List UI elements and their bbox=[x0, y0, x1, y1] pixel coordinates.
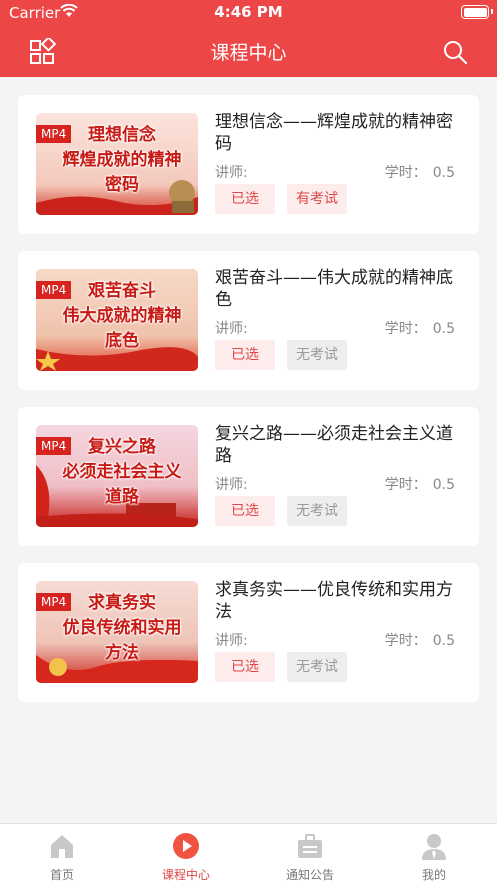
course-list: 理想信念 辉煌成就的精神 密码 MP4 理想信念——辉煌成就的精神密码 讲师: 学时… bbox=[0, 77, 497, 823]
course-thumbnail: 艰苦奋斗 伟大成就的精神 底色 MP4 bbox=[36, 269, 198, 371]
format-badge: MP4 bbox=[36, 437, 72, 455]
course-thumbnail: 理想信念 辉煌成就的精神 密码 MP4 bbox=[36, 113, 198, 215]
search-icon[interactable] bbox=[441, 38, 469, 66]
course-title[interactable]: 理想信念——辉煌成就的精神密码 bbox=[215, 111, 455, 155]
selected-tag[interactable]: 已选 bbox=[215, 184, 275, 214]
credit-hours: 学时： 0.5 bbox=[384, 321, 455, 337]
teacher-label: 讲师: bbox=[215, 477, 248, 493]
tab-notices[interactable]: 通知公告 bbox=[248, 824, 372, 883]
tab-label: 首页 bbox=[49, 868, 74, 882]
credit-hours: 学时： 0.5 bbox=[384, 633, 455, 649]
clock: 4:46 PM bbox=[214, 3, 283, 21]
course-title[interactable]: 复兴之路——必须走社会主义道路 bbox=[215, 423, 455, 467]
battery-icon bbox=[461, 5, 493, 19]
course-title[interactable]: 艰苦奋斗——伟大成就的精神底色 bbox=[215, 267, 455, 311]
status-bar: Carrier 4:46 PM bbox=[0, 0, 497, 26]
nav-bar: 课程中心 bbox=[0, 26, 497, 77]
credit-hours: 学时： 0.5 bbox=[384, 477, 455, 493]
briefcase-icon bbox=[298, 834, 322, 858]
selected-tag[interactable]: 已选 bbox=[215, 496, 275, 526]
home-icon bbox=[51, 835, 73, 858]
teacher-label: 讲师: bbox=[215, 633, 248, 649]
course-card[interactable]: 复兴之路 必须走社会主义 道路 MP4 复兴之路——必须走社会主义道路 讲师: 学时… bbox=[18, 407, 479, 546]
format-badge: MP4 bbox=[36, 281, 72, 299]
page-title: 课程中心 bbox=[210, 42, 287, 64]
exam-tag: 有考试 bbox=[287, 184, 347, 214]
tab-mine[interactable]: 我的 bbox=[372, 824, 496, 883]
tab-label: 课程中心 bbox=[161, 868, 210, 882]
selected-tag[interactable]: 已选 bbox=[215, 340, 275, 370]
tab-label: 我的 bbox=[421, 868, 446, 882]
tab-label: 通知公告 bbox=[285, 868, 334, 882]
play-icon bbox=[173, 833, 199, 859]
exam-tag: 无考试 bbox=[287, 496, 347, 526]
course-card[interactable]: 艰苦奋斗 伟大成就的精神 底色 MP4 艰苦奋斗——伟大成就的精神底色 讲师: 学时… bbox=[18, 251, 479, 390]
course-thumbnail: 求真务实 优良传统和实用 方法 MP4 bbox=[36, 581, 198, 683]
teacher-label: 讲师: bbox=[215, 165, 248, 181]
teacher-label: 讲师: bbox=[215, 321, 248, 337]
format-badge: MP4 bbox=[36, 593, 72, 611]
selected-tag[interactable]: 已选 bbox=[215, 652, 275, 682]
exam-tag: 无考试 bbox=[287, 652, 347, 682]
credit-hours: 学时： 0.5 bbox=[384, 165, 455, 181]
course-card[interactable]: 求真务实 优良传统和实用 方法 MP4 求真务实——优良传统和实用方法 讲师: 学时… bbox=[18, 563, 479, 702]
course-thumbnail: 复兴之路 必须走社会主义 道路 MP4 bbox=[36, 425, 198, 527]
tab-course-center[interactable]: 课程中心 bbox=[124, 824, 248, 883]
user-icon bbox=[422, 834, 446, 860]
tab-bar: 首页 课程中心 通知公告 我的 bbox=[0, 823, 497, 883]
format-badge: MP4 bbox=[36, 125, 72, 143]
exam-tag: 无考试 bbox=[287, 340, 347, 370]
course-title[interactable]: 求真务实——优良传统和实用方法 bbox=[215, 579, 455, 623]
course-card[interactable]: 理想信念 辉煌成就的精神 密码 MP4 理想信念——辉煌成就的精神密码 讲师: 学时… bbox=[18, 95, 479, 234]
tab-home[interactable]: 首页 bbox=[0, 824, 124, 883]
